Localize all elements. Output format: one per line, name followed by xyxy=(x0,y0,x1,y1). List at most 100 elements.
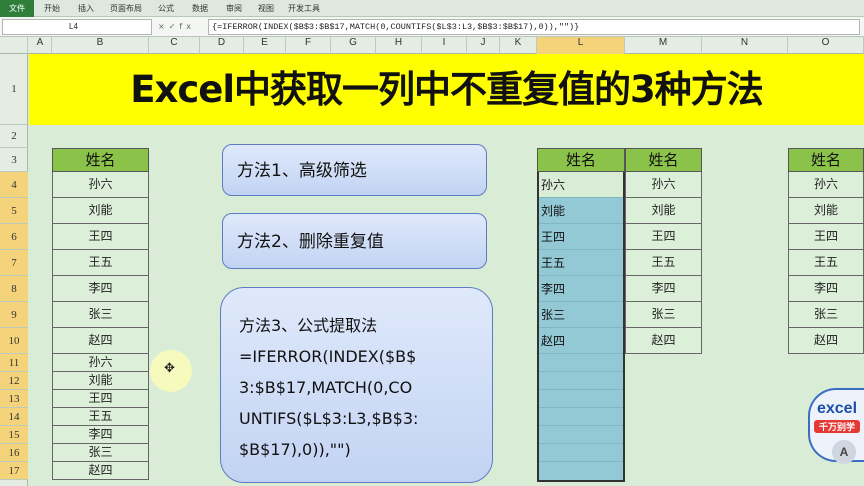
row-header-7[interactable]: 7 xyxy=(0,250,28,276)
col-header-f[interactable]: F xyxy=(286,37,331,54)
row-header-11[interactable]: 11 xyxy=(0,354,28,372)
tab-review[interactable]: 审阅 xyxy=(220,0,248,17)
row-header-9[interactable]: 9 xyxy=(0,302,28,328)
table-l-empty-cell[interactable] xyxy=(539,426,623,444)
table-b-cell[interactable]: 刘能 xyxy=(52,198,149,224)
row-header-6[interactable]: 6 xyxy=(0,224,28,250)
row-header-4[interactable]: 4 xyxy=(0,172,28,198)
table-l-cell[interactable]: 李四 xyxy=(539,276,623,302)
method-3-box[interactable]: 方法3、公式提取法 =IFERROR(INDEX($B$ 3:$B$17,MAT… xyxy=(220,287,493,483)
table-o-cell[interactable]: 刘能 xyxy=(788,198,864,224)
tab-home[interactable]: 开始 xyxy=(38,0,66,17)
method-2-box[interactable]: 方法2、删除重复值 xyxy=(222,213,487,269)
table-b-cell[interactable]: 王四 xyxy=(52,390,149,408)
col-header-o[interactable]: O xyxy=(788,37,864,54)
table-b-cell[interactable]: 张三 xyxy=(52,302,149,328)
row-header-3[interactable]: 3 xyxy=(0,148,28,172)
row-header-13[interactable]: 13 xyxy=(0,390,28,408)
table-o-cell[interactable]: 张三 xyxy=(788,302,864,328)
col-header-b[interactable]: B xyxy=(52,37,149,54)
table-b-cell[interactable]: 王五 xyxy=(52,250,149,276)
table-m-cell[interactable]: 赵四 xyxy=(625,328,702,354)
title-banner[interactable]: Excel中获取一列中不重复值的3种方法 xyxy=(29,54,864,125)
table-b-cell[interactable]: 王五 xyxy=(52,408,149,426)
table-l-empty-cell[interactable] xyxy=(539,372,623,390)
table-b-cell[interactable]: 孙六 xyxy=(52,172,149,198)
col-header-m[interactable]: M xyxy=(625,37,702,54)
excel-window: 文件 开始 插入 页面布局 公式 数据 审阅 视图 开发工具 L4 ×✓fx {… xyxy=(0,0,864,486)
col-header-c[interactable]: C xyxy=(149,37,200,54)
table-l-header[interactable]: 姓名 xyxy=(537,148,625,172)
col-header-a[interactable]: A xyxy=(29,37,52,54)
table-b-cell[interactable]: 王四 xyxy=(52,224,149,250)
col-header-n[interactable]: N xyxy=(702,37,788,54)
table-l-empty-cell[interactable] xyxy=(539,390,623,408)
table-o-header[interactable]: 姓名 xyxy=(788,148,864,172)
tab-insert[interactable]: 插入 xyxy=(72,0,100,17)
table-o-cell[interactable]: 李四 xyxy=(788,276,864,302)
tab-page-layout[interactable]: 页面布局 xyxy=(106,0,146,17)
table-b-cell[interactable]: 李四 xyxy=(52,426,149,444)
table-m-cell[interactable]: 刘能 xyxy=(625,198,702,224)
table-l-empty-cell[interactable] xyxy=(539,444,623,462)
table-m-header[interactable]: 姓名 xyxy=(625,148,702,172)
table-m-cell[interactable]: 王五 xyxy=(625,250,702,276)
row-header-2[interactable]: 2 xyxy=(0,125,28,148)
col-header-g[interactable]: G xyxy=(331,37,376,54)
row-header-15[interactable]: 15 xyxy=(0,426,28,444)
row-header-1[interactable]: 1 xyxy=(0,54,28,125)
table-l-cell[interactable]: 刘能 xyxy=(539,198,623,224)
tab-file[interactable]: 文件 xyxy=(0,0,34,17)
tab-formulas[interactable]: 公式 xyxy=(152,0,180,17)
table-l-cell[interactable]: 赵四 xyxy=(539,328,623,354)
row-header-12[interactable]: 12 xyxy=(0,372,28,390)
row-header-16[interactable]: 16 xyxy=(0,444,28,462)
col-header-k[interactable]: K xyxy=(500,37,537,54)
table-o-cell[interactable]: 王四 xyxy=(788,224,864,250)
cross-cursor-icon: ✥ xyxy=(164,361,175,376)
table-b-header[interactable]: 姓名 xyxy=(52,148,149,172)
col-header-l[interactable]: L xyxy=(537,37,625,54)
col-header-i[interactable]: I xyxy=(422,37,467,54)
table-l-empty-cell[interactable] xyxy=(539,354,623,372)
table-l-empty-cell[interactable] xyxy=(539,462,623,480)
table-l-empty-cell[interactable] xyxy=(539,408,623,426)
fx-icon[interactable]: ×✓fx xyxy=(158,19,204,35)
tab-view[interactable]: 视图 xyxy=(252,0,280,17)
table-b-cell[interactable]: 李四 xyxy=(52,276,149,302)
column-l-selection[interactable]: 孙六 刘能 王四 王五 李四 张三 赵四 xyxy=(537,172,625,482)
table-b-cell[interactable]: 赵四 xyxy=(52,328,149,354)
table-l-cell[interactable]: 王五 xyxy=(539,250,623,276)
table-m-cell[interactable]: 李四 xyxy=(625,276,702,302)
table-l-cell[interactable]: 孙六 xyxy=(539,172,623,198)
table-o-cell[interactable]: 孙六 xyxy=(788,172,864,198)
table-b-cell[interactable]: 赵四 xyxy=(52,462,149,480)
row-header-5[interactable]: 5 xyxy=(0,198,28,224)
table-b-cell[interactable]: 刘能 xyxy=(52,372,149,390)
tab-developer[interactable]: 开发工具 xyxy=(284,0,324,17)
row-header-17[interactable]: 17 xyxy=(0,462,28,480)
table-m-cell[interactable]: 孙六 xyxy=(625,172,702,198)
table-m-cell[interactable]: 张三 xyxy=(625,302,702,328)
table-b-cell[interactable]: 孙六 xyxy=(52,354,149,372)
select-all-corner[interactable] xyxy=(0,37,28,54)
watermark-word: excel xyxy=(816,400,858,417)
row-header-10[interactable]: 10 xyxy=(0,328,28,354)
table-b-cell[interactable]: 张三 xyxy=(52,444,149,462)
col-header-j[interactable]: J xyxy=(467,37,500,54)
table-l-cell[interactable]: 王四 xyxy=(539,224,623,250)
col-header-d[interactable]: D xyxy=(200,37,244,54)
table-l-cell[interactable]: 张三 xyxy=(539,302,623,328)
table-o-cell[interactable]: 王五 xyxy=(788,250,864,276)
name-box[interactable]: L4 xyxy=(2,19,152,35)
table-o-cell[interactable]: 赵四 xyxy=(788,328,864,354)
col-header-h[interactable]: H xyxy=(376,37,422,54)
method-3-line: 方法3、公式提取法 xyxy=(239,316,378,335)
method-1-box[interactable]: 方法1、高级筛选 xyxy=(222,144,487,196)
formula-input[interactable]: {=IFERROR(INDEX($B$3:$B$17,MATCH(0,COUNT… xyxy=(208,19,860,35)
table-m-cell[interactable]: 王四 xyxy=(625,224,702,250)
row-header-14[interactable]: 14 xyxy=(0,408,28,426)
row-header-8[interactable]: 8 xyxy=(0,276,28,302)
tab-data[interactable]: 数据 xyxy=(186,0,214,17)
col-header-e[interactable]: E xyxy=(244,37,286,54)
